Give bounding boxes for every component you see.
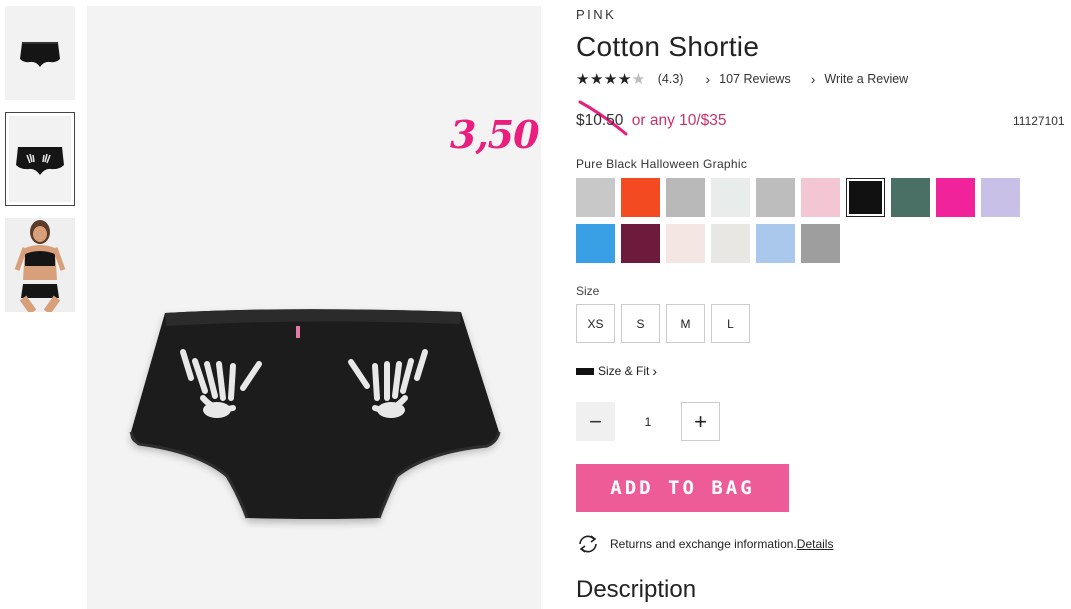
color-swatch-heather-gray[interactable] — [576, 178, 615, 217]
returns-info: Returns and exchange information. Detail… — [576, 534, 833, 554]
selected-color-label: Pure Black Halloween Graphic — [576, 157, 748, 171]
color-swatch-burgundy[interactable] — [621, 224, 660, 263]
quantity-increase-button[interactable]: + — [681, 402, 720, 441]
swatch-fill — [981, 178, 1020, 217]
color-swatch-gray-hearts[interactable] — [801, 224, 840, 263]
size-m-button[interactable]: M — [666, 304, 705, 343]
size-options: XS S M L — [576, 304, 756, 343]
brand-name: PINK — [576, 7, 617, 22]
chevron-right-icon: › — [810, 71, 816, 87]
swatch-fill — [756, 178, 795, 217]
promo-price: or any 10/$35 — [631, 112, 727, 129]
color-swatch-zebra-green[interactable] — [891, 178, 930, 217]
size-xs-button[interactable]: XS — [576, 304, 615, 343]
add-to-bag-button[interactable]: ADD TO BAG — [576, 464, 789, 512]
swatch-fill — [891, 178, 930, 217]
color-swatch-gray[interactable] — [756, 178, 795, 217]
chevron-right-icon: › — [705, 71, 711, 87]
color-swatch-ivory[interactable] — [711, 224, 750, 263]
rating-stars: ★★★★★ — [576, 71, 646, 88]
size-fit-link[interactable]: Size & Fit › — [576, 363, 657, 379]
swatch-fill — [936, 178, 975, 217]
swatch-fill — [621, 224, 660, 263]
swatch-fill — [801, 178, 840, 217]
ruler-icon — [576, 367, 594, 375]
color-swatch-pastel-tie-dye[interactable] — [711, 178, 750, 217]
size-fit-label: Size & Fit — [598, 364, 650, 378]
swatch-fill — [849, 181, 882, 214]
returns-text: Returns and exchange information. — [610, 537, 797, 551]
model-thumbnail — [5, 218, 75, 312]
annotation-price: 3,50 — [450, 112, 540, 157]
thumbnail-2[interactable] — [5, 112, 75, 206]
swatch-fill — [621, 178, 660, 217]
price-row: $10.50 or any 10/$35 — [576, 112, 727, 130]
reviews-link-label: 107 Reviews — [719, 72, 791, 86]
swatch-fill — [711, 178, 750, 217]
swatch-fill — [576, 224, 615, 263]
description-heading: Description — [576, 576, 697, 603]
reviews-link[interactable]: › 107 Reviews — [705, 71, 790, 87]
size-s-button[interactable]: S — [621, 304, 660, 343]
chevron-right-icon: › — [652, 363, 658, 379]
write-review-link[interactable]: › Write a Review — [811, 71, 909, 87]
swatch-fill — [711, 224, 750, 263]
product-sku: 11127101 — [1013, 114, 1065, 128]
rating-row: ★★★★★ (4.3) › 107 Reviews › Write a Revi… — [576, 70, 908, 88]
color-swatch-hot-pink[interactable] — [936, 178, 975, 217]
color-swatch-red-orange[interactable] — [621, 178, 660, 217]
exchange-icon — [576, 534, 600, 554]
thumbnail-list — [5, 6, 75, 324]
swatch-fill — [801, 224, 840, 263]
rating-value: (4.3) — [657, 72, 684, 86]
product-main-image — [87, 6, 541, 609]
shortie-front-thumbnail — [16, 147, 64, 175]
thumbnail-3[interactable] — [5, 218, 75, 312]
quantity-decrease-button[interactable]: − — [576, 402, 615, 441]
color-swatch-cherries[interactable] — [666, 224, 705, 263]
write-review-label: Write a Review — [824, 72, 909, 86]
size-l-button[interactable]: L — [711, 304, 750, 343]
color-swatch-blue-print[interactable] — [576, 224, 615, 263]
color-swatch-lavender-dots[interactable] — [981, 178, 1020, 217]
color-swatch-heather-gray-2[interactable] — [666, 178, 705, 217]
swatch-fill — [666, 224, 705, 263]
color-swatch-pure-black[interactable] — [846, 178, 885, 217]
quantity-stepper: − 1 + — [576, 402, 720, 441]
product-title: Cotton Shortie — [576, 31, 760, 62]
details-link[interactable]: Details — [797, 537, 834, 551]
thumbnail-1[interactable] — [5, 6, 75, 100]
swatch-fill — [576, 178, 615, 217]
color-swatch-light-blue-dots[interactable] — [756, 224, 795, 263]
quantity-value[interactable]: 1 — [615, 415, 681, 429]
black-shortie-halloween-image — [129, 309, 501, 519]
original-price: $10.50 — [576, 112, 624, 129]
color-swatch-pink-floral[interactable] — [801, 178, 840, 217]
swatch-fill — [756, 224, 795, 263]
size-label: Size — [576, 284, 600, 298]
shortie-back-thumbnail — [20, 42, 60, 67]
swatch-fill — [666, 178, 705, 217]
